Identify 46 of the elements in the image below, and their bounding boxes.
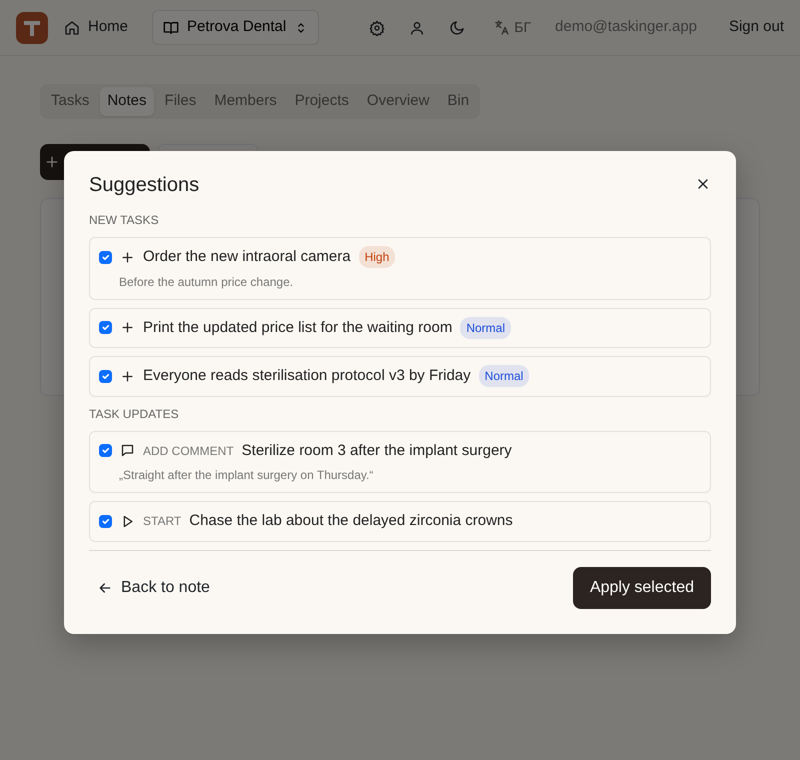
plus-icon bbox=[120, 250, 135, 265]
logo-icon bbox=[16, 12, 48, 44]
section-heading: NEW TASKS bbox=[89, 212, 160, 229]
plus-icon bbox=[120, 320, 135, 336]
tab[interactable]: Files bbox=[158, 87, 204, 116]
user-email: demo@taskinger.app bbox=[555, 17, 698, 38]
action-label: START bbox=[143, 513, 182, 530]
tab[interactable]: Projects bbox=[288, 87, 356, 116]
tab[interactable]: Overview bbox=[360, 87, 436, 116]
suggestion-checkbox[interactable] bbox=[99, 321, 112, 334]
suggestion-title: Order the new intraoral camera bbox=[143, 247, 351, 267]
suggestion-checkbox[interactable] bbox=[99, 250, 112, 264]
suggestion-checkbox[interactable] bbox=[99, 444, 112, 458]
suggestion-checkbox[interactable] bbox=[99, 514, 112, 528]
action-label: ADD COMMENT bbox=[143, 442, 234, 460]
language-button[interactable]: БГ bbox=[493, 17, 532, 38]
user-icon bbox=[409, 20, 426, 36]
suggestion-checkbox[interactable] bbox=[99, 370, 112, 383]
back-button[interactable]: Back to note bbox=[89, 570, 218, 606]
moon-icon bbox=[449, 20, 466, 36]
home-icon bbox=[64, 20, 80, 36]
suggestion-title: Sterilize room 3 after the implant surgery bbox=[242, 440, 512, 460]
priority-tag: Normal bbox=[460, 316, 511, 339]
speech-bubble-icon bbox=[120, 443, 135, 458]
settings-icon bbox=[369, 20, 386, 36]
section-heading: TASK UPDATES bbox=[89, 406, 180, 422]
dialog-title: Suggestions bbox=[89, 173, 200, 197]
suggestion-title: Print the updated price list for the waiting room bbox=[143, 318, 452, 338]
plus-icon bbox=[44, 154, 60, 170]
suggestion-note: „Straight after the implant surgery on Thursday.“ bbox=[119, 467, 374, 484]
priority-tag: High bbox=[358, 246, 396, 268]
plus-icon bbox=[120, 368, 135, 384]
apply-button[interactable]: Apply selected bbox=[572, 566, 711, 608]
book-icon bbox=[163, 20, 180, 36]
tab[interactable]: Bin bbox=[440, 87, 476, 116]
suggestion-title: Everyone reads sterilisation protocol v3 by Friday bbox=[143, 366, 471, 386]
suggestion-title: Chase the lab about the delayed zirconia crowns bbox=[189, 511, 513, 531]
suggestion-note: Before the autumn price change. bbox=[119, 274, 294, 290]
tab[interactable]: Tasks bbox=[44, 87, 96, 116]
priority-tag: Normal bbox=[478, 365, 530, 388]
workspace-selector[interactable]: Petrova Dental bbox=[152, 10, 320, 45]
tab[interactable]: Notes bbox=[100, 87, 154, 116]
translate-icon bbox=[493, 19, 510, 36]
tab[interactable]: Members bbox=[207, 87, 284, 116]
sign-out-link[interactable]: Sign out bbox=[728, 16, 784, 39]
home-link[interactable]: Home bbox=[64, 16, 128, 39]
